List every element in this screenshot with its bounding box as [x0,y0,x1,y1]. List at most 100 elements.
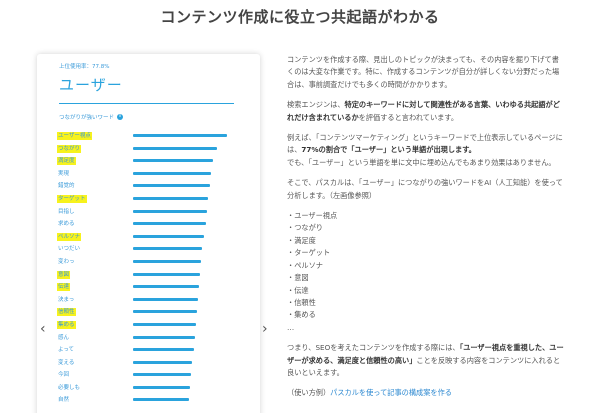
usage-rate: 上位使用率：77.8% [59,64,110,70]
related-word-label: ターゲット [57,194,87,203]
related-word-row[interactable]: ターゲット [57,194,247,207]
bullet-item: ・満足度 [287,235,316,245]
divider [59,103,234,104]
usage-example-link[interactable]: パスカルを使って記事の構成案を作る [330,388,452,397]
related-words-label: つながりが強いワード [59,115,115,121]
strength-bar [133,310,197,314]
strength-bar [133,297,198,301]
strength-bar [133,247,203,251]
cooccurrence-card: 上位使用率：77.8% ユーザー つながりが強いワード i ユーザー視点 つながり… [37,54,260,413]
related-word-label: 変える [58,359,75,366]
related-word-row[interactable]: 錯覚的 [57,181,247,194]
related-word-row[interactable]: 求める [57,219,247,232]
prev-arrow-icon[interactable]: ‹ [40,322,46,336]
related-word-row[interactable]: 必要しも [57,383,247,396]
related-words-heading: つながりが強いワード i [59,113,124,121]
related-word-label: 実現 [58,170,70,177]
related-word-label: いつだい [58,246,81,253]
related-word-list: ユーザー視点 つながり満足度実現錯覚的ターゲット目指し求めるペルソナいつだい変わっ… [57,131,247,408]
related-word-row[interactable]: 信頼性 [57,307,247,320]
p3-text-c: でも、「ユーザー」という単語を単に文中に埋め込んでもあまり効果はありません。 [287,157,556,167]
related-word-row[interactable]: 感ん [57,333,247,346]
strength-bar [133,335,195,339]
related-word-row[interactable]: 変える [57,358,247,371]
strength-bar [133,159,213,163]
strength-bar [133,360,193,364]
related-word-row[interactable]: 実現 [57,169,247,182]
paragraph-conclusion: つまり、SEOを考えたコンテンツを作成する際には、「ユーザー視点を重視した、ユー… [287,342,565,379]
strength-bar [133,259,202,263]
related-word-label: 必要しも [58,384,81,391]
bullet-item: ・伝達 [287,285,309,295]
related-word-label: 集める [57,320,76,329]
strength-bar [133,398,189,402]
strength-bar [133,184,211,188]
related-word-label: ユーザー視点 [57,132,92,140]
strength-bar [133,196,208,200]
strength-bar [133,285,200,289]
keyword-title: ユーザー [59,76,123,94]
usage-example: （使い方例）パスカルを使って記事の構成案を作る [287,387,565,399]
related-word-row[interactable]: つながり [57,144,247,157]
related-word-label: 錯覚的 [58,183,75,190]
bullet-item: ・つながり [287,223,323,233]
bullet-item: ・ターゲット [287,248,331,258]
p2-text-a: 検索エンジンは、 [287,100,345,110]
related-word-row[interactable]: 今回 [57,370,247,383]
p5-text-a: つまり、SEOを考えたコンテンツを作成する際には、 [287,343,460,353]
usage-prefix: （使い方例） [287,388,331,398]
word-bullet-list: ・ユーザー視点 ・つながり ・満足度 ・ターゲット ・ペルソナ ・意図 ・伝達 ・信頼性 ・集め… [287,210,565,334]
related-word-row[interactable]: よって [57,345,247,358]
related-word-label: つながり [57,144,82,153]
related-word-row[interactable]: 意図 [57,270,247,283]
related-word-label: 満足度 [57,157,76,166]
related-word-label: ペルソナ [57,232,82,241]
p3-text-bold: 77%の割合で「ユーザー」という単語が出現します。 [301,145,476,155]
info-icon[interactable]: i [117,114,124,120]
strength-bar [133,373,192,377]
related-word-row[interactable]: 集める [57,320,247,333]
related-word-label: 決まっ [58,296,75,303]
strength-bar [133,171,212,175]
strength-bar [133,385,191,389]
strength-bar [133,134,228,137]
related-word-label: 自然 [58,397,70,404]
paragraph-search-engine: 検索エンジンは、特定のキーワードに対して関連性がある言葉、いわゆる共起語がどれだ… [287,99,565,124]
strength-bar [133,146,217,150]
description-content: コンテンツを作成する際、見出しのトピックが決まっても、その内容を掘り下げて書くの… [287,54,565,400]
strength-bar [133,209,207,213]
related-word-label: 今回 [58,372,70,379]
related-word-row[interactable]: ユーザー視点 [57,131,247,144]
related-word-label: 信頼性 [57,308,76,317]
related-word-row[interactable]: 伝達 [57,282,247,295]
related-word-row[interactable]: ペルソナ [57,232,247,245]
related-word-row[interactable]: いつだい [57,244,247,257]
related-word-label: 目指し [58,208,75,215]
bullet-item: ・ペルソナ [287,260,323,270]
related-word-label: 求める [58,221,75,228]
strength-bar [133,222,206,226]
bullet-item: … [287,322,295,332]
bullet-item: ・信頼性 [287,297,316,307]
strength-bar [133,272,201,276]
related-word-row[interactable]: 満足度 [57,156,247,169]
related-word-row[interactable]: 変わっ [57,257,247,270]
related-word-row[interactable]: 自然 [57,395,247,408]
paragraph-example: 例えば、「コンテンツマーケティング」というキーワードで上位表示しているページには… [287,132,565,169]
related-word-row[interactable]: 目指し [57,207,247,220]
next-arrow-icon[interactable]: › [262,322,268,336]
related-word-label: 変わっ [58,258,75,265]
related-word-row[interactable]: 決まっ [57,295,247,308]
strength-bar [133,322,196,326]
p2-text-c: を評価すると言われています。 [358,112,459,122]
page-title: コンテンツ作成に役立つ共起語がわかる [160,8,440,26]
paragraph-intro: コンテンツを作成する際、見出しのトピックが決まっても、その内容を掘り下げて書くの… [287,55,560,89]
strength-bar [133,234,204,238]
related-word-label: 伝達 [57,283,71,292]
bullet-item: ・意図 [287,273,309,283]
related-word-label: 感ん [58,334,70,341]
related-word-label: 意図 [57,270,71,279]
related-word-label: よって [58,347,75,354]
strength-bar [133,348,194,352]
bullet-item: ・ユーザー視点 [287,211,338,221]
